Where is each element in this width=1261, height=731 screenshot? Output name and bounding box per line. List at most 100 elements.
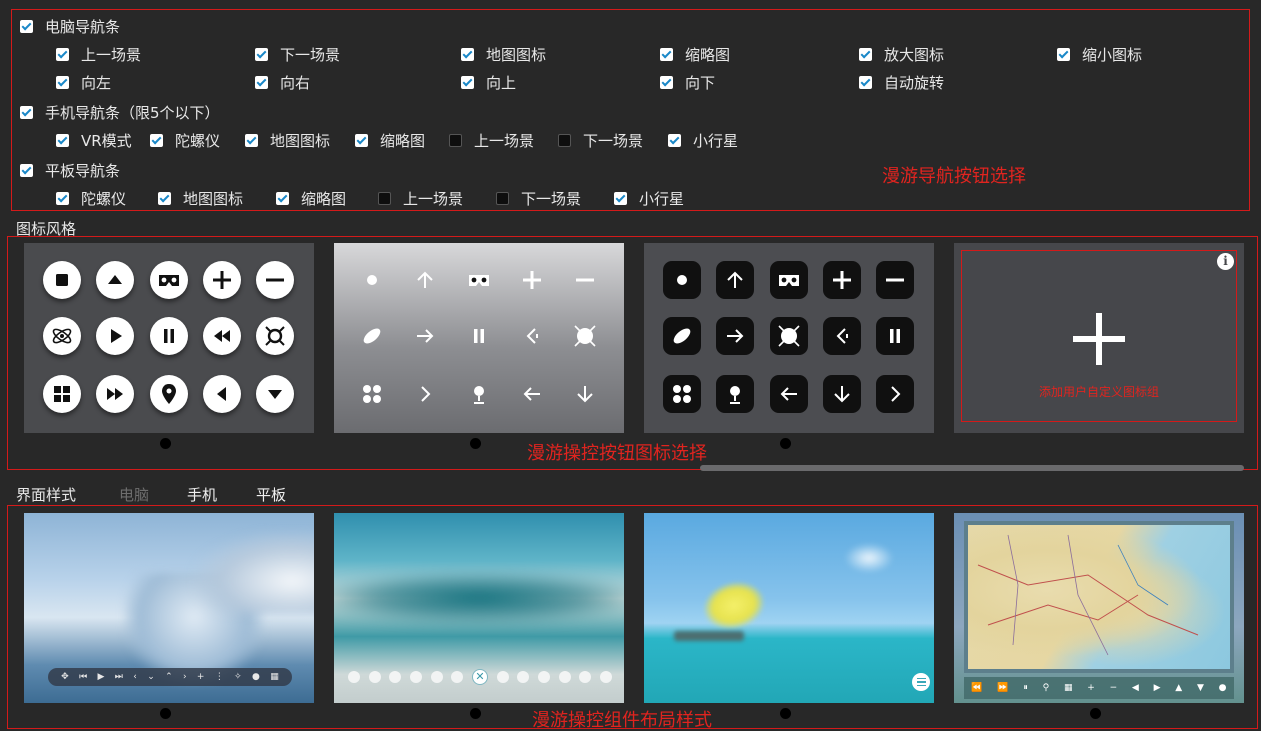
icon-style-scrollbar[interactable]	[700, 465, 1244, 471]
rewind-icon: ⏪	[971, 683, 983, 693]
satellite-icon	[353, 317, 391, 355]
info-icon[interactable]: i	[1217, 253, 1234, 270]
up-icon: ⌃	[165, 672, 173, 682]
planet-solid-icon	[770, 317, 808, 355]
pc-row1-item-4-label: 放大图标	[884, 46, 945, 64]
fast-forward-icon: ⏩	[997, 683, 1009, 693]
dots-grid-icon	[353, 375, 391, 413]
tablet-item-5-checkbox[interactable]	[614, 192, 627, 205]
left-arrow-icon	[513, 375, 551, 413]
chevron-right-icon	[406, 375, 444, 413]
play-icon: ▶	[97, 672, 105, 682]
vr-icon	[150, 261, 188, 299]
tab-mobile[interactable]: 手机	[187, 484, 217, 505]
icon-set-1[interactable]	[24, 243, 314, 433]
mobile-item-0-checkbox[interactable]	[56, 134, 69, 147]
layout-style-3-radio[interactable]	[780, 708, 791, 719]
gyro-icon	[43, 317, 81, 355]
add-custom-icon-set[interactable]: i 添加用户自定义图标组	[954, 243, 1244, 433]
play-icon	[96, 317, 134, 355]
mobile-nav-checkbox[interactable]	[20, 106, 33, 119]
back-bracket-icon	[513, 317, 551, 355]
mobile-item-6-label: 小行星	[693, 132, 739, 150]
tab-pc[interactable]: 电脑	[119, 484, 149, 505]
tablet-item-2-checkbox[interactable]	[276, 192, 289, 205]
tablet-item-0-label: 陀螺仪	[81, 190, 127, 208]
down-icon: ▼	[1196, 683, 1204, 693]
tablet-item-1-checkbox[interactable]	[158, 192, 171, 205]
pc-row1-item-4-checkbox[interactable]	[859, 48, 872, 61]
pin-line-icon	[716, 375, 754, 413]
pc-row1-item-1-checkbox[interactable]	[255, 48, 268, 61]
dots-grid-icon	[663, 375, 701, 413]
down-arrow-icon	[823, 375, 861, 413]
tablet-nav-label: 平板导航条	[45, 162, 121, 180]
layout-style-4-radio[interactable]	[1090, 708, 1101, 719]
next-icon: ⏭	[114, 672, 123, 682]
icon-set-1-radio[interactable]	[160, 438, 171, 449]
round-btn-icon	[451, 671, 464, 683]
plus-icon: +	[196, 672, 205, 682]
pc-row2-item-4-checkbox[interactable]	[859, 76, 872, 89]
mobile-nav-label: 手机导航条（限5个以下）	[45, 104, 220, 122]
layout-style-1[interactable]: ✥ ⏮ ▶ ⏭ ‹ ⌄ ⌃ › + ⋮ ✧ ● ▦	[24, 513, 314, 703]
mobile-item-1-checkbox[interactable]	[150, 134, 163, 147]
layout-style-4[interactable]: ⏪ ⏩ ⏸ ⚲ ▦ + − ◀ ▶ ▲ ▼ ●	[954, 513, 1244, 703]
icon-set-2-radio[interactable]	[470, 438, 481, 449]
mobile-item-3-checkbox[interactable]	[355, 134, 368, 147]
pc-row2-item-3-checkbox[interactable]	[660, 76, 673, 89]
mobile-item-5-label: 下一场景	[583, 132, 644, 150]
map-pin-icon: ⚲	[1042, 683, 1050, 693]
tablet-item-3-checkbox[interactable]	[378, 192, 391, 205]
down-icon: ⌄	[147, 672, 155, 682]
icon-set-3-radio[interactable]	[780, 438, 791, 449]
round-btn-icon	[558, 671, 571, 683]
pc-row2-item-0-checkbox[interactable]	[56, 76, 69, 89]
mobile-item-2-checkbox[interactable]	[245, 134, 258, 147]
dot-icon	[663, 261, 701, 299]
tablet-item-0-checkbox[interactable]	[56, 192, 69, 205]
layout-1-toolbar: ✥ ⏮ ▶ ⏭ ‹ ⌄ ⌃ › + ⋮ ✧ ● ▦	[48, 668, 292, 686]
icon-style-annotation: 漫游操控按钮图标选择	[527, 443, 707, 464]
layout-style-2-radio[interactable]	[470, 708, 481, 719]
pc-row2-item-2-checkbox[interactable]	[461, 76, 474, 89]
pc-row2-item-1-checkbox[interactable]	[255, 76, 268, 89]
plus-icon[interactable]	[1071, 311, 1127, 367]
round-btn-icon	[348, 671, 360, 683]
layout-style-1-radio[interactable]	[160, 708, 171, 719]
round-btn-icon	[517, 671, 530, 683]
gyro-icon: ✥	[61, 672, 69, 682]
pc-row1-item-3-checkbox[interactable]	[660, 48, 673, 61]
tablet-item-2-label: 缩略图	[301, 190, 347, 208]
pc-nav-checkbox[interactable]	[20, 20, 33, 33]
grid-icon: ▦	[270, 672, 279, 682]
round-btn-icon	[430, 671, 443, 683]
round-btn-icon	[496, 671, 509, 683]
dot-icon	[353, 261, 391, 299]
mobile-item-4-checkbox[interactable]	[449, 134, 462, 147]
pc-row1-item-5-checkbox[interactable]	[1057, 48, 1070, 61]
mobile-item-5-checkbox[interactable]	[558, 134, 571, 147]
tablet-nav-checkbox[interactable]	[20, 164, 33, 177]
round-btn-icon	[579, 671, 592, 683]
mobile-item-6-checkbox[interactable]	[668, 134, 681, 147]
icon-set-2[interactable]	[334, 243, 624, 433]
pc-row1-item-2-checkbox[interactable]	[461, 48, 474, 61]
wave-image	[334, 573, 624, 623]
tablet-item-4-label: 下一场景	[521, 190, 582, 208]
nav-annotation: 漫游导航按钮选择	[882, 166, 1026, 187]
left-arrow-icon	[770, 375, 808, 413]
layout-4-toolbar: ⏪ ⏩ ⏸ ⚲ ▦ + − ◀ ▶ ▲ ▼ ●	[964, 677, 1234, 699]
pause-icon	[460, 317, 498, 355]
down-icon	[256, 375, 294, 413]
back-bracket-icon	[823, 317, 861, 355]
layout-2-button-row: ✕	[348, 669, 612, 685]
pc-row1-item-0-checkbox[interactable]	[56, 48, 69, 61]
planet-solid-icon	[566, 317, 604, 355]
layout-style-3[interactable]	[644, 513, 934, 703]
tablet-item-4-checkbox[interactable]	[496, 192, 509, 205]
layout-style-2[interactable]: ✕	[334, 513, 624, 703]
tab-tablet[interactable]: 平板	[256, 484, 286, 505]
pause-icon: ⏸	[1023, 683, 1028, 693]
icon-set-3[interactable]	[644, 243, 934, 433]
